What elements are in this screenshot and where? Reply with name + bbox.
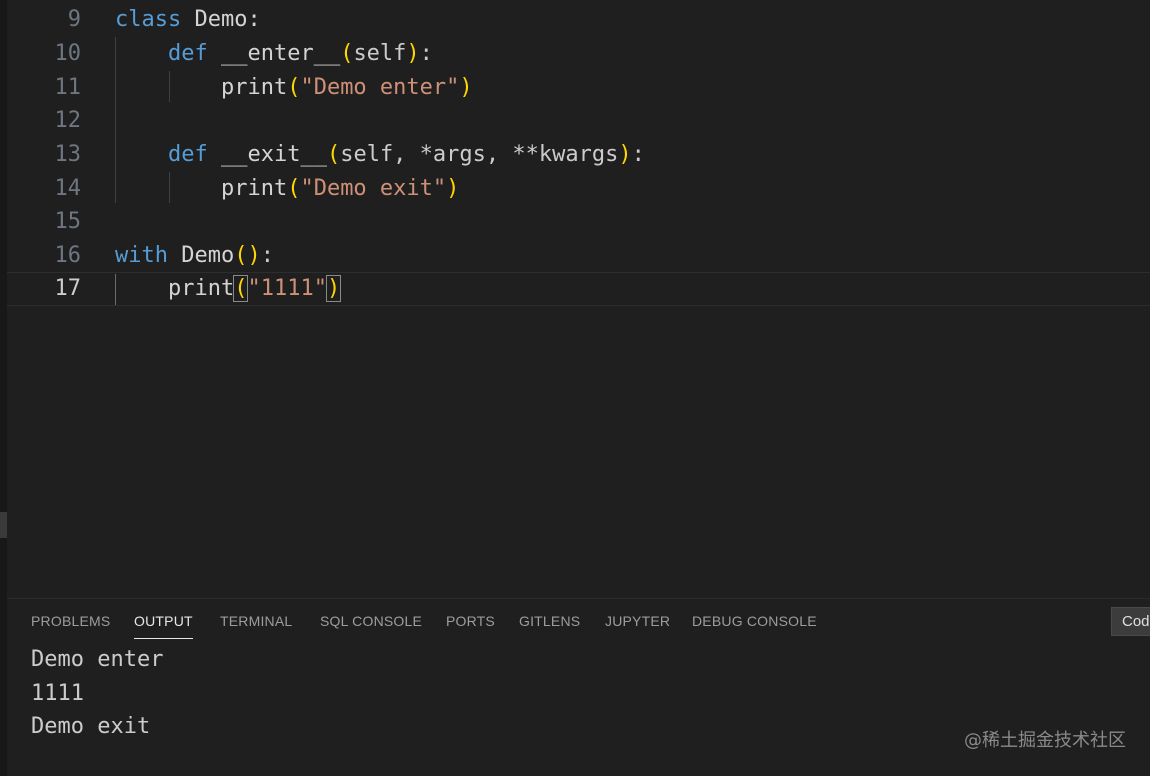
code-line-current[interactable]: 17 print("1111") — [7, 272, 1150, 306]
line-number: 15 — [54, 209, 82, 234]
output-channel-select[interactable]: Cod — [1111, 607, 1150, 636]
param: self — [353, 41, 407, 66]
code-line[interactable]: 12 — [7, 104, 1150, 138]
function-call: print — [167, 276, 235, 301]
line-number: 12 — [54, 108, 82, 133]
bracket: ( — [340, 41, 354, 66]
class-name: Demo: — [181, 7, 261, 32]
output-view[interactable]: Demo enter 1111 Demo exit — [31, 645, 163, 746]
code-text[interactable]: def __exit__(self, *args, **kwargs): — [115, 142, 645, 168]
colon: : — [260, 243, 274, 268]
bracket-match: ( — [233, 275, 249, 302]
string-literal: "Demo enter" — [300, 75, 460, 100]
method-name: __enter__ — [207, 41, 341, 66]
string-literal: "Demo exit" — [300, 176, 447, 201]
tab-problems[interactable]: PROBLEMS — [31, 613, 110, 629]
colon: : — [419, 41, 433, 66]
code-line[interactable]: 11 print("Demo enter") — [7, 71, 1150, 105]
params: self, *args, **kwargs — [340, 142, 619, 167]
bracket: ( — [234, 243, 248, 268]
bracket: ) — [618, 142, 632, 167]
line-number: 16 — [54, 243, 82, 268]
bracket: ( — [287, 176, 301, 201]
keyword: with — [115, 243, 168, 268]
tab-ports[interactable]: PORTS — [446, 613, 495, 629]
string-literal: "1111" — [247, 276, 327, 301]
code-text[interactable]: class Demo: — [115, 7, 261, 33]
class-call: Demo — [167, 243, 235, 268]
line-number: 14 — [54, 176, 82, 201]
scroll-indicator — [0, 512, 7, 538]
output-line: Demo enter — [31, 647, 164, 672]
code-line[interactable]: 9 class Demo: — [7, 3, 1150, 37]
bracket: ) — [446, 176, 460, 201]
output-line: Demo exit — [31, 714, 151, 740]
code-text[interactable]: print("1111") — [115, 275, 342, 302]
activity-strip — [0, 0, 7, 776]
code-line[interactable]: 10 def __enter__(self): — [7, 37, 1150, 71]
line-number: 10 — [54, 41, 82, 66]
code-line[interactable]: 16 with Demo(): — [7, 239, 1150, 273]
function-call: print — [220, 75, 288, 100]
bracket-match: ) — [325, 275, 342, 302]
keyword: def — [167, 142, 208, 167]
bracket: ) — [406, 41, 420, 66]
code-line[interactable]: 14 print("Demo exit") — [7, 172, 1150, 206]
tab-terminal[interactable]: TERMINAL — [220, 613, 292, 629]
function-call: print — [220, 176, 288, 201]
colon: : — [631, 142, 645, 167]
tab-gitlens[interactable]: GITLENS — [519, 613, 580, 629]
keyword: class — [115, 7, 182, 32]
tab-sql-console[interactable]: SQL CONSOLE — [320, 613, 422, 629]
tab-debug-console[interactable]: DEBUG CONSOLE — [692, 613, 817, 629]
panel-tabs: PROBLEMS OUTPUT TERMINAL SQL CONSOLE POR… — [7, 599, 1150, 643]
output-line: 1111 — [31, 680, 84, 706]
line-number: 11 — [54, 75, 82, 100]
line-number: 9 — [67, 7, 81, 32]
tab-jupyter[interactable]: JUPYTER — [605, 613, 670, 629]
code-text[interactable]: print("Demo exit") — [115, 176, 459, 202]
bracket: ( — [287, 75, 301, 100]
keyword: def — [167, 41, 208, 66]
code-line[interactable]: 13 def __exit__(self, *args, **kwargs): — [7, 138, 1150, 172]
code-text[interactable]: with Demo(): — [115, 243, 274, 269]
bottom-panel: PROBLEMS OUTPUT TERMINAL SQL CONSOLE POR… — [7, 598, 1150, 776]
bracket: ) — [459, 75, 473, 100]
line-number: 13 — [54, 142, 82, 167]
watermark: @稀土掘金技术社区 — [964, 730, 1126, 751]
line-number: 17 — [54, 276, 82, 301]
code-line[interactable]: 15 — [7, 205, 1150, 239]
code-text[interactable]: def __enter__(self): — [115, 41, 433, 67]
bracket: ) — [247, 243, 261, 268]
tab-output[interactable]: OUTPUT — [134, 613, 193, 639]
code-editor[interactable]: 9 class Demo: 10 def __enter__(self): 11… — [7, 0, 1150, 598]
method-name: __exit__ — [207, 142, 327, 167]
bracket: ( — [326, 142, 341, 167]
code-text[interactable]: print("Demo enter") — [115, 75, 473, 101]
